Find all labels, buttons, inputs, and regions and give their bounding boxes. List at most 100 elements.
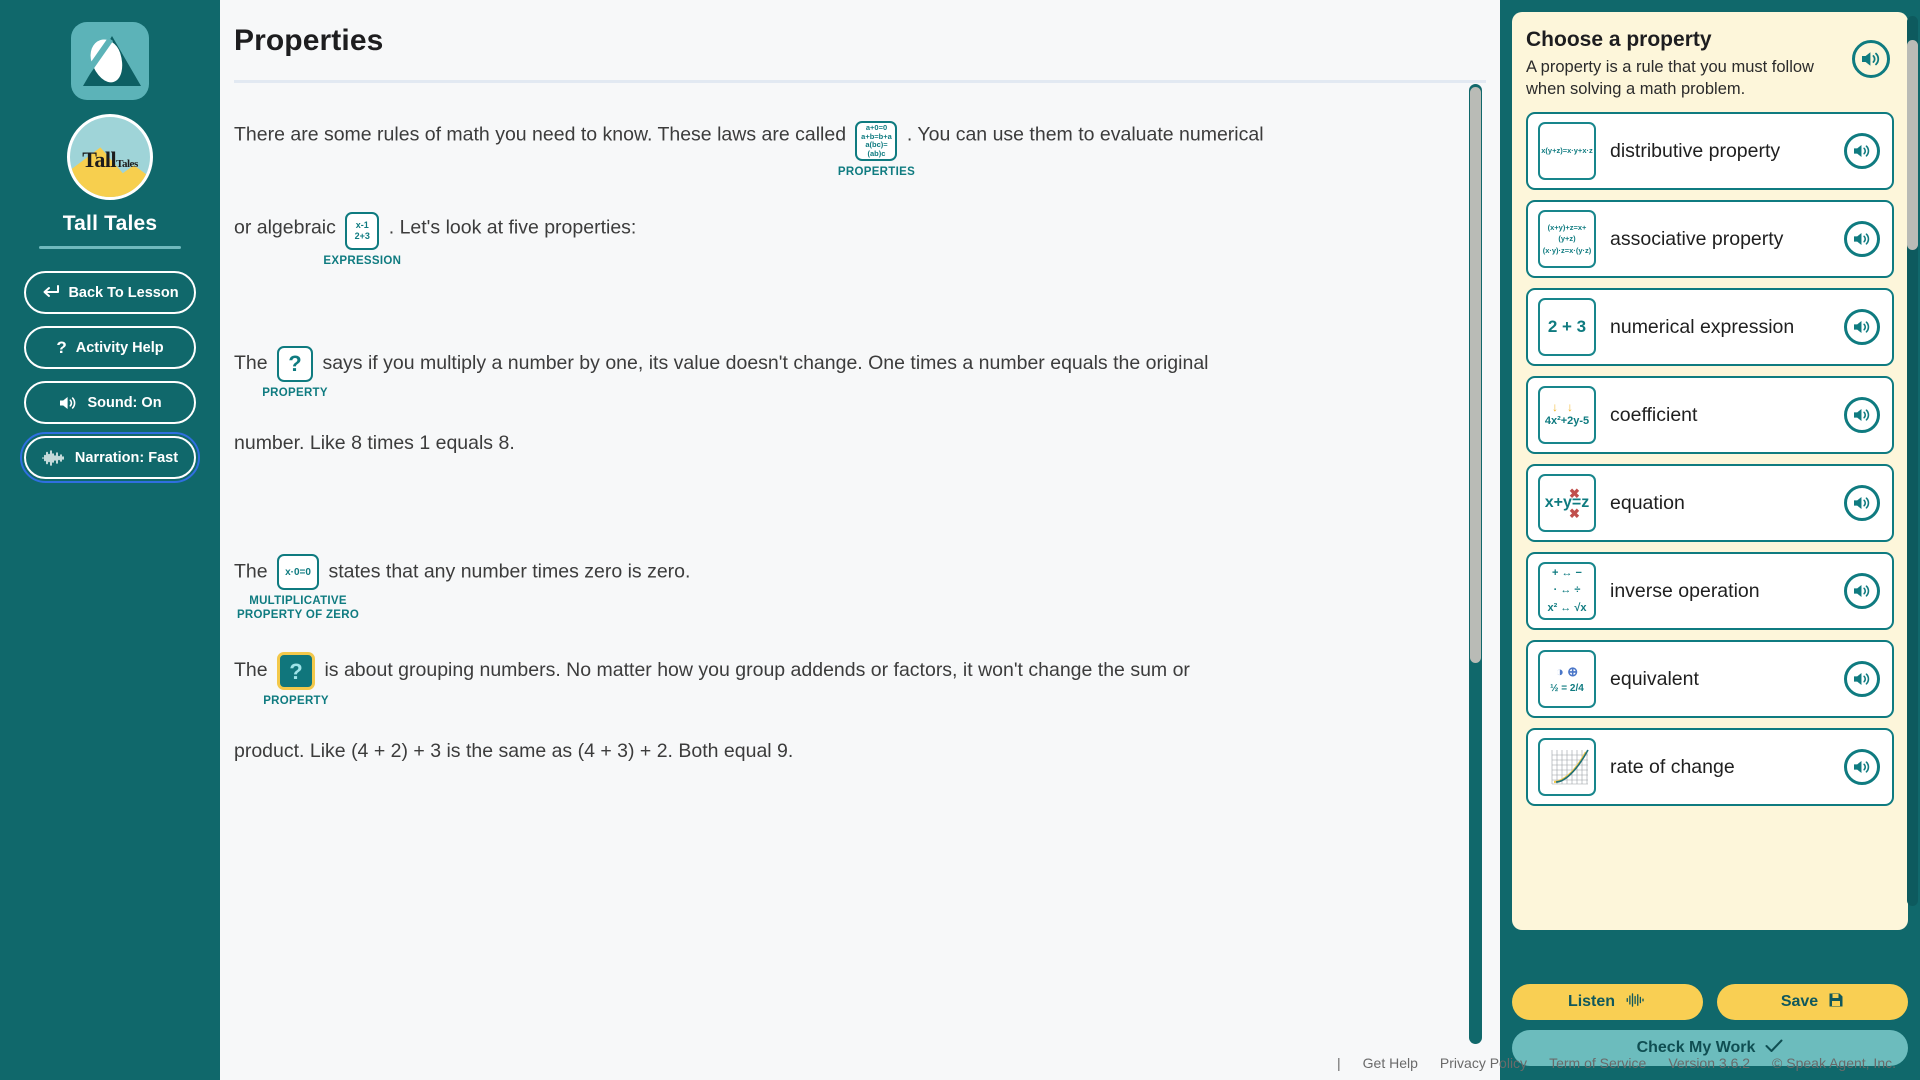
- property-item-inverse-operation[interactable]: + ↔ − · ↔ ÷ x² ↔ √x inverse operation: [1526, 552, 1894, 630]
- blank-multiplicative-caption: MULTIPLICATIVE PROPERTY OF ZERO: [236, 595, 360, 622]
- speaker-icon: [58, 395, 78, 411]
- waveform-icon: [1625, 992, 1647, 1012]
- distributive-property-icon: x(y+z)=x·y+x·z: [1538, 122, 1596, 180]
- equation-icon: x+y=z ✖ ✖: [1538, 474, 1596, 532]
- return-arrow-icon: [41, 285, 60, 300]
- activity-help-button[interactable]: ? Activity Help: [24, 326, 196, 369]
- main-scrollbar[interactable]: [1469, 84, 1482, 1044]
- tall-tales-logo-icon: TallTales: [67, 114, 153, 200]
- save-button[interactable]: Save: [1717, 984, 1908, 1020]
- blank-property-1-caption: PROPERTY: [262, 386, 328, 399]
- rate-of-change-icon: [1538, 738, 1596, 796]
- blank-expression-line-1: x-1: [355, 220, 369, 231]
- blank-expression-line-2: 2+3: [354, 230, 370, 241]
- blank-expression-caption: EXPRESSION: [323, 254, 402, 267]
- blank-expression-box[interactable]: x-1 2+3: [345, 211, 380, 250]
- blank-multiplicative-box[interactable]: x·0=0: [277, 554, 320, 591]
- blank-properties-line-3: a(bc)=(ab)c: [865, 140, 888, 158]
- property-item-associative-property[interactable]: (x+y)+z=x+(y+z) (x·y)·z=x·(y·z) associat…: [1526, 200, 1894, 278]
- equation-strike-mark-2: ✖: [1569, 506, 1580, 521]
- footer-separator: |: [1337, 1055, 1341, 1071]
- footer-link-term-of-service[interactable]: Term of Service: [1549, 1055, 1646, 1071]
- property-speaker-button[interactable]: [1844, 309, 1880, 345]
- blank-property-2-box[interactable]: ?: [277, 652, 316, 691]
- paragraph-6: The ? PROPERTY is about grouping numbers…: [234, 652, 1430, 707]
- blank-properties-box[interactable]: a+0=0 a+b=b+a a(bc)=(ab)c: [855, 121, 898, 162]
- listen-button[interactable]: Listen: [1512, 984, 1703, 1020]
- paragraph-6-before: The: [234, 659, 268, 682]
- blank-property-1[interactable]: ? PROPERTY: [262, 345, 328, 399]
- paragraph-5-after: states that any number times zero is zer…: [328, 560, 691, 583]
- property-item-label: associative property: [1610, 228, 1784, 250]
- property-item-coefficient[interactable]: ↓↓ 4x²+2y-5 coefficient: [1526, 376, 1894, 454]
- logo-wordmark: TallTales: [70, 149, 150, 171]
- property-list-scrollbar-thumb[interactable]: [1907, 40, 1918, 250]
- coefficient-icon: ↓↓ 4x²+2y-5: [1538, 386, 1596, 444]
- choose-property-description: A property is a rule that you must follo…: [1526, 58, 1814, 98]
- footer-copyright: © Speak Agent, Inc.: [1772, 1055, 1896, 1071]
- property-speaker-button[interactable]: [1844, 221, 1880, 257]
- paragraph-2-before: or algebraic: [234, 216, 336, 239]
- paragraph-3-after: says if you multiply a number by one, it…: [322, 351, 1209, 374]
- property-speaker-button[interactable]: [1844, 749, 1880, 785]
- paragraph-6-after: is about grouping numbers. No matter how…: [324, 659, 1190, 682]
- app-root: TallTales Tall Tales Back To Lesson ? Ac…: [0, 0, 1920, 1080]
- paragraph-1: There are some rules of math you need to…: [234, 109, 1430, 178]
- panel-header-speaker-button[interactable]: [1852, 40, 1890, 78]
- inverse-operation-icon-line-3: x² ↔ √x: [1547, 601, 1587, 614]
- blank-multiplicative-property-of-zero[interactable]: x·0=0 MULTIPLICATIVE PROPERTY OF ZERO: [237, 554, 359, 621]
- blank-property-2[interactable]: ? PROPERTY: [263, 652, 329, 707]
- blank-properties[interactable]: a+0=0 a+b=b+a a(bc)=(ab)c PROPERTIES: [838, 109, 915, 178]
- footer-link-get-help[interactable]: Get Help: [1363, 1055, 1418, 1071]
- footer: | Get Help Privacy Policy Term of Servic…: [220, 1046, 1920, 1080]
- blank-expression[interactable]: x-1 2+3 EXPRESSION: [323, 207, 401, 267]
- choose-property-card: Choose a property A property is a rule t…: [1512, 12, 1908, 930]
- property-item-rate-of-change[interactable]: rate of change: [1526, 728, 1894, 806]
- property-list-scrollbar[interactable]: [1907, 16, 1918, 906]
- property-speaker-button[interactable]: [1844, 133, 1880, 169]
- blank-property-1-box[interactable]: ?: [277, 345, 314, 382]
- footer-link-privacy-policy[interactable]: Privacy Policy: [1440, 1055, 1527, 1071]
- equation-icon-line-1: x+y=z: [1544, 494, 1590, 511]
- choose-property-heading: Choose a property: [1526, 28, 1712, 51]
- equivalent-icon-line-2: ½ = 2/4: [1550, 683, 1584, 695]
- lesson-body: There are some rules of math you need to…: [220, 83, 1500, 1080]
- property-item-label: equation: [1610, 492, 1685, 514]
- property-speaker-button[interactable]: [1844, 397, 1880, 433]
- blank-properties-caption: PROPERTIES: [837, 166, 916, 179]
- numerical-expression-icon: 2 + 3: [1538, 298, 1596, 356]
- narration-speed-button[interactable]: Narration: Fast: [20, 432, 200, 483]
- property-item-distributive-property[interactable]: x(y+z)=x·y+x·z distributive property: [1526, 112, 1894, 190]
- property-chooser-panel: Choose a property A property is a rule t…: [1500, 0, 1920, 1080]
- property-item-label: numerical expression: [1610, 316, 1795, 338]
- save-button-label: Save: [1780, 993, 1819, 1010]
- property-speaker-button[interactable]: [1844, 485, 1880, 521]
- property-item-label: rate of change: [1610, 756, 1735, 778]
- speak-agent-logo-icon: [71, 22, 149, 100]
- logo-wordmark-sub: Tales: [116, 158, 138, 170]
- property-item-equivalent[interactable]: ◑ ⊕ ½ = 2/4 equivalent: [1526, 640, 1894, 718]
- paragraph-1-after: . You can use them to evaluate numerical: [906, 123, 1264, 146]
- property-speaker-button[interactable]: [1844, 573, 1880, 609]
- equivalent-icon: ◑ ⊕ ½ = 2/4: [1538, 650, 1596, 708]
- back-to-lesson-button[interactable]: Back To Lesson: [24, 271, 196, 314]
- distributive-property-icon-line-1: x(y+z)=x·y+x·z: [1541, 146, 1593, 156]
- property-item-equation[interactable]: x+y=z ✖ ✖ equation: [1526, 464, 1894, 542]
- coefficient-arrows: ↓↓: [1552, 399, 1582, 414]
- associative-property-icon: (x+y)+z=x+(y+z) (x·y)·z=x·(y·z): [1538, 210, 1596, 268]
- question-mark-icon: ?: [56, 337, 67, 357]
- choose-property-header: Choose a property A property is a rule t…: [1526, 28, 1894, 100]
- sound-toggle-label: Sound: On: [87, 394, 162, 411]
- sound-toggle-button[interactable]: Sound: On: [24, 381, 196, 424]
- associative-property-icon-line-2: (x·y)·z=x·(y·z): [1542, 245, 1592, 255]
- equivalent-icon-line-1: ◑ ⊕: [1555, 663, 1579, 679]
- property-item-label: coefficient: [1610, 404, 1698, 426]
- main-scrollbar-thumb[interactable]: [1470, 87, 1481, 663]
- sidebar-divider: [39, 246, 181, 249]
- floppy-disk-icon: [1828, 992, 1844, 1013]
- back-to-lesson-label: Back To Lesson: [68, 284, 179, 301]
- property-item-numerical-expression[interactable]: 2 + 3 numerical expression: [1526, 288, 1894, 366]
- listen-button-label: Listen: [1567, 993, 1616, 1010]
- panel-action-row: Listen Save: [1512, 984, 1908, 1020]
- property-speaker-button[interactable]: [1844, 661, 1880, 697]
